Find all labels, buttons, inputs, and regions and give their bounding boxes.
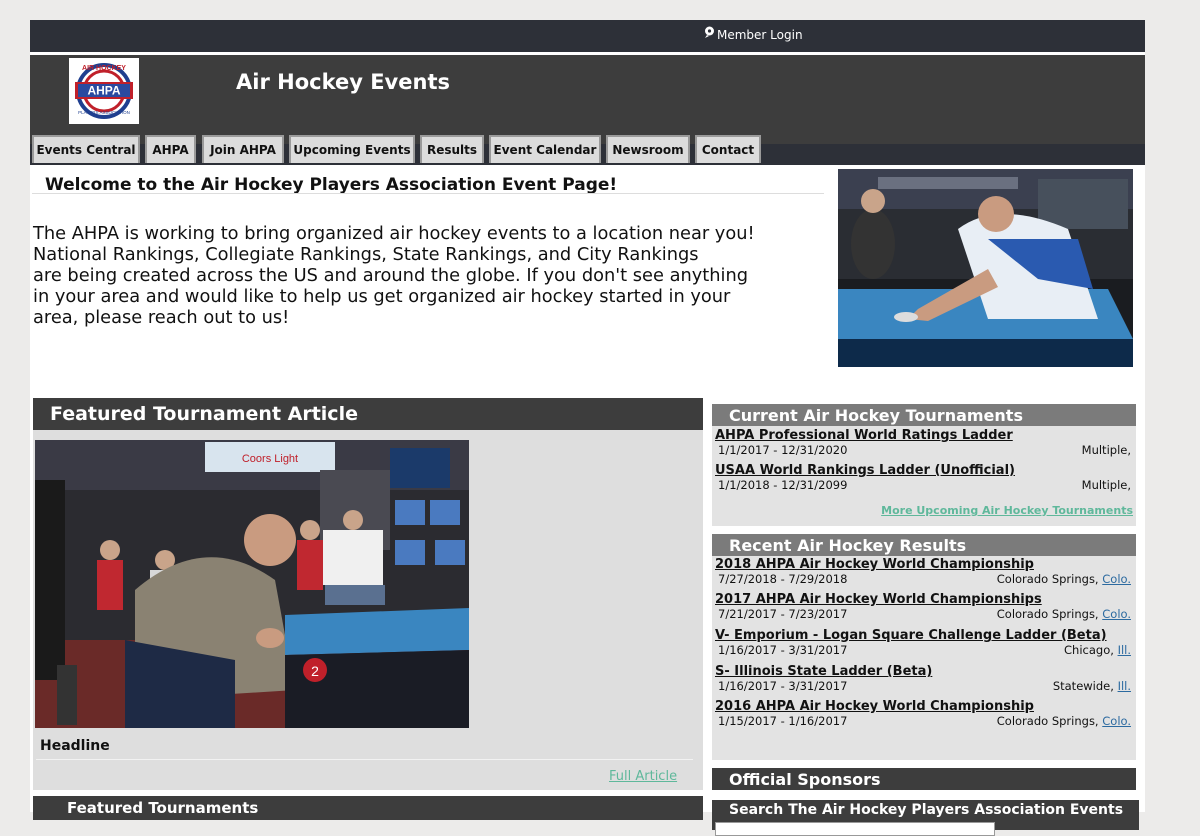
result-dates: 7/27/2018 - 7/29/2018 [718,572,848,586]
current-tournaments-title: Current Air Hockey Tournaments [712,404,1136,426]
svg-text:2: 2 [311,663,319,679]
result-link[interactable]: 2018 AHPA Air Hockey World Championship [715,557,1133,572]
recent-results-panel: Recent Air Hockey Results 2018 AHPA Air … [712,534,1136,760]
tournament-dates: 1/1/2017 - 12/31/2020 [718,443,848,457]
city-name: Colorado Springs, [996,607,1103,621]
state-link[interactable]: Colo. [1102,607,1131,621]
search-events-title: Search The Air Hockey Players Associatio… [729,802,1124,818]
official-sponsors-title: Official Sponsors [712,768,1136,790]
result-link[interactable]: V- Emporium - Logan Square Challenge Lad… [715,628,1133,643]
svg-text:Coors Light: Coors Light [242,453,298,465]
tab-newsroom[interactable]: Newsroom [606,135,690,163]
result-location: Colorado Springs, Colo. [997,607,1131,622]
list-item: 2018 AHPA Air Hockey World Championship … [715,557,1133,587]
featured-article-panel: Featured Tournament Article Coors Light [33,398,703,790]
state-link[interactable]: Colo. [1102,714,1131,728]
list-item: 2016 AHPA Air Hockey World Championship … [715,699,1133,729]
result-location: Statewide, Ill. [1053,679,1131,694]
more-tournaments-link[interactable]: More Upcoming Air Hockey Tournaments [881,504,1133,517]
result-link[interactable]: S- Illinois State Ladder (Beta) [715,664,1133,679]
result-dates: 1/15/2017 - 1/16/2017 [718,714,848,728]
result-location: Chicago, Ill. [1064,643,1131,658]
tournament-photo: Coors Light 2 [35,440,469,728]
tab-contact[interactable]: Contact [695,135,761,163]
header-photo [838,169,1133,367]
result-dates: 1/16/2017 - 3/31/2017 [718,679,848,693]
featured-article-title: Featured Tournament Article [33,398,703,430]
ahpa-logo[interactable]: AHPA AIR HOCKEY PLAYERS ASSOCIATION [69,58,139,124]
svg-text:AHPA: AHPA [87,84,120,98]
svg-text:PLAYERS ASSOCIATION: PLAYERS ASSOCIATION [78,110,130,115]
tournament-link[interactable]: USAA World Rankings Ladder (Unofficial) [715,463,1133,478]
city-name: Colorado Springs, [996,714,1103,728]
search-input[interactable] [715,822,995,836]
list-item: S- Illinois State Ladder (Beta) 1/16/201… [715,664,1133,694]
search-events-panel: Search The Air Hockey Players Associatio… [712,800,1139,836]
list-item: USAA World Rankings Ladder (Unofficial) … [715,463,1133,493]
intro-text: The AHPA is working to bring organized a… [33,223,755,328]
current-tournaments-panel: Current Air Hockey Tournaments AHPA Prof… [712,404,1136,526]
featured-tournaments-title: Featured Tournaments [33,796,703,820]
tournament-dates: 1/1/2018 - 12/31/2099 [718,478,848,492]
top-bar: Member Login [30,20,1145,52]
result-dates: 7/21/2017 - 7/23/2017 [718,607,848,621]
article-headline: Headline [40,738,110,754]
city-name: Colorado Springs, [996,572,1103,586]
city-name: Chicago, [1064,643,1118,657]
tab-events-central[interactable]: Events Central [32,135,140,163]
tournament-location: Multiple, [1081,478,1131,492]
divider [32,193,824,194]
tournament-link[interactable]: AHPA Professional World Ratings Ladder [715,428,1133,443]
city-name: Statewide, [1052,679,1118,693]
result-location: Colorado Springs, Colo. [997,714,1131,729]
user-icon [705,26,714,38]
site-title: Air Hockey Events [236,70,450,94]
list-item: V- Emporium - Logan Square Challenge Lad… [715,628,1133,658]
result-dates: 1/16/2017 - 3/31/2017 [718,643,848,657]
result-link[interactable]: 2016 AHPA Air Hockey World Championship [715,699,1133,714]
member-login-link[interactable]: Member Login [704,26,803,42]
result-location: Colorado Springs, Colo. [997,572,1131,587]
state-link[interactable]: Ill. [1118,679,1131,693]
tab-ahpa[interactable]: AHPA [145,135,196,163]
divider [36,759,693,760]
welcome-heading: Welcome to the Air Hockey Players Associ… [45,175,618,195]
tab-event-calendar[interactable]: Event Calendar [489,135,601,163]
list-item: AHPA Professional World Ratings Ladder 1… [715,428,1133,458]
tab-join-ahpa[interactable]: Join AHPA [202,135,284,163]
full-article-link[interactable]: Full Article [609,769,677,784]
list-item: 2017 AHPA Air Hockey World Championships… [715,592,1133,622]
state-link[interactable]: Colo. [1102,572,1131,586]
recent-results-title: Recent Air Hockey Results [712,534,1136,556]
page: Member Login AHPA AIR HOCKEY PLAYERS ASS… [30,20,1145,836]
result-link[interactable]: 2017 AHPA Air Hockey World Championships [715,592,1133,607]
tab-results[interactable]: Results [420,135,484,163]
tab-upcoming-events[interactable]: Upcoming Events [289,135,415,163]
player-photo [838,169,1133,367]
state-link[interactable]: Ill. [1118,643,1131,657]
svg-text:AIR HOCKEY: AIR HOCKEY [82,65,126,72]
featured-article-photo[interactable]: Coors Light 2 [35,440,469,728]
ahpa-logo-graphic: AHPA AIR HOCKEY PLAYERS ASSOCIATION [75,63,133,119]
member-login-label: Member Login [717,28,803,42]
tournament-location: Multiple, [1081,443,1131,457]
